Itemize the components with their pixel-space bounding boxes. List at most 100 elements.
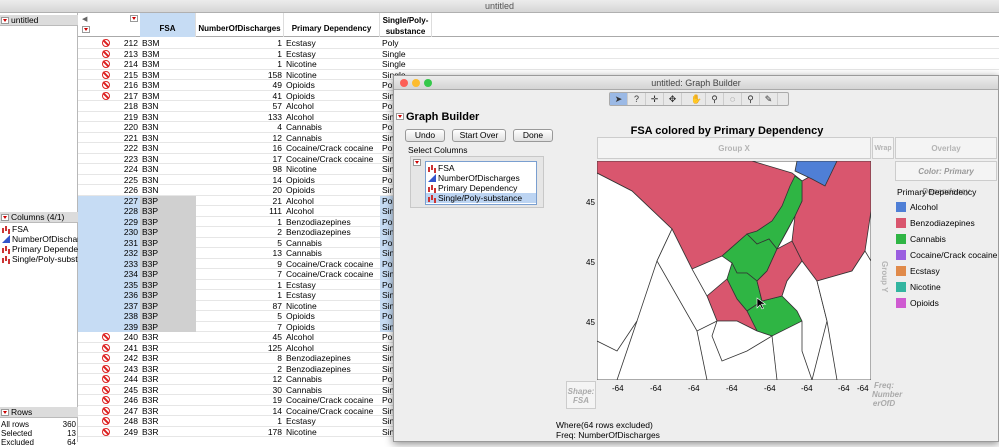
dependency-cell[interactable]: Alcohol bbox=[284, 206, 380, 217]
column-list[interactable]: FSA NumberOfDischarges Primary Dependenc… bbox=[425, 161, 537, 205]
crosshair-tool-icon[interactable]: ✛ bbox=[646, 93, 664, 105]
discharges-cell[interactable]: 2 bbox=[196, 227, 284, 238]
discharges-cell[interactable]: 19 bbox=[196, 395, 284, 406]
lasso-tool-icon[interactable]: ◌ bbox=[724, 93, 742, 105]
dependency-cell[interactable]: Opioids bbox=[284, 80, 380, 91]
discharges-cell[interactable]: 158 bbox=[196, 70, 284, 81]
disclosure-menu-icon[interactable] bbox=[1, 17, 9, 24]
discharges-cell[interactable]: 12 bbox=[196, 374, 284, 385]
discharges-cell[interactable]: 1 bbox=[196, 49, 284, 60]
fsa-cell[interactable]: B3N bbox=[140, 112, 196, 123]
fsa-cell[interactable]: B3N bbox=[140, 122, 196, 133]
dependency-cell[interactable]: Alcohol bbox=[284, 196, 380, 207]
discharges-cell[interactable]: 57 bbox=[196, 101, 284, 112]
row-number-cell[interactable]: 223 bbox=[78, 154, 140, 165]
row-number-cell[interactable]: 225 bbox=[78, 175, 140, 186]
row-number-cell[interactable]: 230 bbox=[78, 227, 140, 238]
row-number-cell[interactable]: 232 bbox=[78, 248, 140, 259]
group-x-zone[interactable]: Group X bbox=[597, 137, 871, 159]
table-name-header[interactable]: untitled bbox=[0, 15, 78, 26]
table-row[interactable]: 213 B3M 1 Ecstasy Single bbox=[78, 49, 999, 60]
fsa-cell[interactable]: B3N bbox=[140, 185, 196, 196]
dependency-cell[interactable]: Cocaine/Crack cocaine bbox=[284, 143, 380, 154]
discharges-cell[interactable]: 87 bbox=[196, 301, 284, 312]
grid-corner-arrow-icon[interactable]: ◀ bbox=[82, 15, 87, 23]
legend-item-cocaine[interactable]: Cocaine/Crack cocaine bbox=[896, 249, 997, 261]
discharges-cell[interactable]: 49 bbox=[196, 80, 284, 91]
dependency-cell[interactable]: Ecstasy bbox=[284, 290, 380, 301]
discharges-cell[interactable]: 13 bbox=[196, 248, 284, 259]
discharges-cell[interactable]: 9 bbox=[196, 259, 284, 270]
row-number-cell[interactable]: 220 bbox=[78, 122, 140, 133]
fsa-cell[interactable]: B3R bbox=[140, 416, 196, 427]
row-number-cell[interactable]: 231 bbox=[78, 237, 140, 248]
discharges-cell[interactable]: 133 bbox=[196, 112, 284, 123]
dependency-cell[interactable]: Alcohol bbox=[284, 332, 380, 343]
dependency-cell[interactable]: Cannabis bbox=[284, 122, 380, 133]
dependency-cell[interactable]: Alcohol bbox=[284, 101, 380, 112]
fsa-cell[interactable]: B3R bbox=[140, 343, 196, 354]
fsa-cell[interactable]: B3N bbox=[140, 175, 196, 186]
dependency-cell[interactable]: Opioids bbox=[284, 311, 380, 322]
dependency-cell[interactable]: Nicotine bbox=[284, 427, 380, 438]
header-primary-dependency[interactable]: Primary Dependency bbox=[284, 13, 380, 37]
discharges-cell[interactable]: 1 bbox=[196, 280, 284, 291]
row-number-cell[interactable]: 218 bbox=[78, 101, 140, 112]
column-item-single-poly[interactable]: Single/Poly-substance bbox=[0, 254, 78, 264]
dependency-cell[interactable]: Nicotine bbox=[284, 59, 380, 70]
rows-header[interactable]: Rows bbox=[0, 407, 78, 418]
fsa-cell[interactable]: B3N bbox=[140, 164, 196, 175]
header-fsa[interactable]: FSA bbox=[140, 13, 196, 37]
discharges-cell[interactable]: 2 bbox=[196, 364, 284, 375]
discharges-cell[interactable]: 17 bbox=[196, 154, 284, 165]
column-list-item[interactable]: Primary Dependency bbox=[426, 183, 536, 193]
magnifier-tool-icon[interactable]: ⚲ bbox=[742, 93, 760, 105]
discharges-cell[interactable]: 16 bbox=[196, 143, 284, 154]
discharges-cell[interactable]: 7 bbox=[196, 269, 284, 280]
hand-tool-icon[interactable]: ✋ bbox=[688, 93, 706, 105]
dependency-cell[interactable]: Benzodiazepines bbox=[284, 364, 380, 375]
column-menu-icon[interactable] bbox=[130, 15, 138, 22]
substance-cell[interactable]: Poly bbox=[380, 38, 432, 49]
discharges-cell[interactable]: 1 bbox=[196, 38, 284, 49]
legend-item-cannabis[interactable]: Cannabis bbox=[896, 233, 946, 245]
legend-item-opioids[interactable]: Opioids bbox=[896, 297, 939, 309]
fsa-cell[interactable]: B3P bbox=[140, 258, 196, 269]
column-item-primary-dependency[interactable]: Primary Dependency bbox=[0, 244, 78, 254]
discharges-cell[interactable]: 4 bbox=[196, 122, 284, 133]
wrap-zone[interactable]: Wrap bbox=[872, 137, 894, 159]
done-button[interactable]: Done bbox=[513, 129, 553, 142]
fsa-cell[interactable]: B3P bbox=[140, 269, 196, 280]
row-menu-icon[interactable] bbox=[82, 26, 90, 33]
dependency-cell[interactable]: Cannabis bbox=[284, 133, 380, 144]
disclosure-menu-icon[interactable] bbox=[1, 409, 9, 416]
row-number-cell[interactable]: 235 bbox=[78, 279, 140, 290]
help-tool-icon[interactable]: ? bbox=[628, 93, 646, 105]
table-row[interactable]: 212 B3M 1 Ecstasy Poly bbox=[78, 38, 999, 49]
fsa-cell[interactable]: B3P bbox=[140, 248, 196, 259]
discharges-cell[interactable]: 1 bbox=[196, 59, 284, 70]
dependency-cell[interactable]: Ecstasy bbox=[284, 38, 380, 49]
fsa-cell[interactable]: B3N bbox=[140, 154, 196, 165]
dependency-cell[interactable]: Cocaine/Crack cocaine bbox=[284, 154, 380, 165]
undo-button[interactable]: Undo bbox=[405, 129, 445, 142]
fsa-cell[interactable]: B3P bbox=[140, 195, 196, 206]
move-tool-icon[interactable]: ✥ bbox=[664, 93, 682, 105]
fsa-cell[interactable]: B3R bbox=[140, 374, 196, 385]
row-number-cell[interactable]: 238 bbox=[78, 311, 140, 322]
discharges-cell[interactable]: 20 bbox=[196, 185, 284, 196]
column-item-numberofdischarges[interactable]: NumberOfDischarges bbox=[0, 234, 78, 244]
dependency-cell[interactable]: Cannabis bbox=[284, 238, 380, 249]
start-over-button[interactable]: Start Over bbox=[452, 129, 506, 142]
dependency-cell[interactable]: Opioids bbox=[284, 175, 380, 186]
row-number-cell[interactable]: 239 bbox=[78, 321, 140, 332]
discharges-cell[interactable]: 1 bbox=[196, 416, 284, 427]
legend-item-ecstasy[interactable]: Ecstasy bbox=[896, 265, 940, 277]
row-number-cell[interactable]: 233 bbox=[78, 258, 140, 269]
fsa-cell[interactable]: B3R bbox=[140, 353, 196, 364]
discharges-cell[interactable]: 1 bbox=[196, 217, 284, 228]
fsa-cell[interactable]: B3M bbox=[140, 59, 196, 70]
fsa-cell[interactable]: B3P bbox=[140, 311, 196, 322]
close-window-button[interactable] bbox=[400, 79, 408, 87]
discharges-cell[interactable]: 30 bbox=[196, 385, 284, 396]
